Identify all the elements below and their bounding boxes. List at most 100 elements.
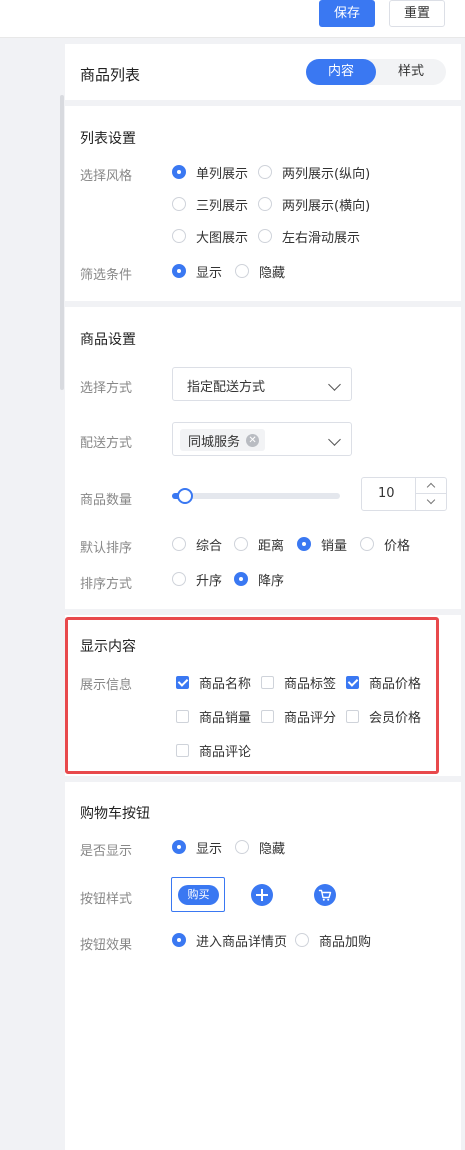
section-divider bbox=[65, 776, 461, 782]
delivery-tag: 同城服务 ✕ bbox=[180, 429, 266, 451]
radio-unchecked bbox=[172, 197, 186, 211]
style-option-label: 左右滑动展示 bbox=[282, 230, 361, 246]
display-option-member-price[interactable]: 会员价格 bbox=[346, 708, 422, 726]
filter-option-label: 显示 bbox=[196, 265, 223, 281]
list-settings-title: 列表设置 bbox=[80, 131, 136, 147]
delivery-tag-label: 同城服务 bbox=[188, 434, 241, 450]
radio-checked bbox=[297, 537, 311, 551]
style-option-label: 三列展示 bbox=[196, 198, 249, 214]
display-option-label: 商品评论 bbox=[199, 744, 252, 760]
cart-icon-graphic bbox=[318, 889, 332, 901]
checkbox-unchecked bbox=[261, 675, 274, 689]
display-option-label: 商品销量 bbox=[199, 710, 252, 726]
style-option-label: 单列展示 bbox=[196, 166, 249, 182]
chevron-down-icon bbox=[328, 433, 341, 446]
style-option-label: 两列展示(横向) bbox=[282, 198, 371, 214]
delivery-select[interactable]: 同城服务 ✕ bbox=[172, 422, 352, 456]
plus-icon[interactable] bbox=[251, 884, 273, 906]
method-select[interactable]: 指定配送方式 bbox=[172, 367, 352, 401]
checkbox-unchecked bbox=[176, 743, 189, 757]
style-option-buy[interactable]: 购买 bbox=[171, 877, 225, 912]
style-option-label: 大图展示 bbox=[196, 230, 249, 246]
display-option-tag[interactable]: 商品标签 bbox=[261, 674, 336, 692]
section-divider bbox=[65, 609, 461, 615]
count-label: 商品数量 bbox=[80, 493, 133, 508]
close-icon[interactable]: ✕ bbox=[246, 433, 260, 447]
filter-label: 筛选条件 bbox=[80, 268, 133, 283]
cart-show-option-label: 隐藏 bbox=[259, 841, 286, 857]
radio-unchecked bbox=[235, 840, 249, 854]
count-slider[interactable] bbox=[172, 493, 340, 499]
radio-unchecked bbox=[172, 572, 186, 586]
reset-button[interactable]: 重置 bbox=[389, 0, 445, 27]
chevron-up-icon[interactable] bbox=[416, 478, 446, 494]
filter-option-label: 隐藏 bbox=[259, 265, 286, 281]
display-option-rating[interactable]: 商品评分 bbox=[261, 708, 337, 726]
style-option-slide[interactable]: 左右滑动展示 bbox=[258, 228, 361, 246]
radio-checked bbox=[172, 840, 186, 854]
display-option-label: 商品价格 bbox=[369, 676, 422, 692]
style-option-two-horizontal[interactable]: 两列展示(横向) bbox=[258, 196, 371, 214]
radio-checked bbox=[172, 165, 186, 179]
cart-effect-label: 按钮效果 bbox=[80, 938, 133, 953]
cart-style-label: 按钮样式 bbox=[80, 892, 133, 907]
method-label: 选择方式 bbox=[80, 381, 133, 396]
tab-style[interactable]: 样式 bbox=[376, 59, 446, 85]
cart-show-option-show[interactable]: 显示 bbox=[172, 839, 223, 857]
sort-option-label: 综合 bbox=[196, 538, 223, 554]
sort-option-label: 距离 bbox=[258, 538, 285, 554]
radio-unchecked bbox=[295, 933, 309, 947]
chevron-down-icon bbox=[328, 378, 341, 391]
display-option-name[interactable]: 商品名称 bbox=[176, 674, 251, 692]
radio-unchecked bbox=[258, 197, 272, 211]
display-option-comments[interactable]: 商品评论 bbox=[176, 742, 252, 760]
order-option-desc[interactable]: 降序 bbox=[234, 571, 285, 589]
delivery-label: 配送方式 bbox=[80, 436, 133, 451]
filter-option-hide[interactable]: 隐藏 bbox=[235, 263, 286, 281]
checkbox-unchecked bbox=[261, 709, 274, 723]
display-option-sales[interactable]: 商品销量 bbox=[176, 708, 252, 726]
sort-option-sales[interactable]: 销量 bbox=[297, 536, 347, 554]
display-option-price[interactable]: 商品价格 bbox=[346, 674, 422, 692]
count-stepper[interactable]: 10 bbox=[361, 477, 447, 511]
filter-option-show[interactable]: 显示 bbox=[172, 263, 223, 281]
display-content-title: 显示内容 bbox=[80, 639, 136, 655]
order-option-label: 降序 bbox=[258, 573, 285, 589]
cart-icon[interactable] bbox=[314, 884, 336, 906]
order-label: 排序方式 bbox=[80, 577, 133, 592]
product-settings-title: 商品设置 bbox=[80, 332, 136, 348]
sort-option-price[interactable]: 价格 bbox=[360, 536, 410, 554]
sort-option-distance[interactable]: 距离 bbox=[234, 536, 285, 554]
style-option-three[interactable]: 三列展示 bbox=[172, 196, 249, 214]
cart-show-option-hide[interactable]: 隐藏 bbox=[235, 839, 286, 857]
cart-show-option-label: 显示 bbox=[196, 841, 223, 857]
radio-unchecked bbox=[235, 264, 249, 278]
count-slider-handle[interactable] bbox=[177, 488, 193, 504]
section-divider bbox=[65, 100, 461, 106]
cart-effect-option-add[interactable]: 商品加购 bbox=[295, 932, 372, 950]
cart-effect-option-label: 商品加购 bbox=[319, 934, 372, 950]
radio-unchecked bbox=[172, 537, 186, 551]
order-option-asc[interactable]: 升序 bbox=[172, 571, 223, 589]
tab-content[interactable]: 内容 bbox=[306, 59, 376, 85]
display-option-label: 商品评分 bbox=[284, 710, 337, 726]
sort-option-comprehensive[interactable]: 综合 bbox=[172, 536, 223, 554]
style-option-single[interactable]: 单列展示 bbox=[172, 164, 249, 182]
style-option-large-image[interactable]: 大图展示 bbox=[172, 228, 249, 246]
sort-label: 默认排序 bbox=[80, 541, 133, 556]
section-divider bbox=[65, 301, 461, 307]
checkbox-unchecked bbox=[176, 709, 189, 723]
cart-button-title: 购物车按钮 bbox=[80, 806, 150, 822]
order-option-label: 升序 bbox=[196, 573, 223, 589]
cart-show-label: 是否显示 bbox=[80, 844, 133, 859]
style-option-two-vertical[interactable]: 两列展示(纵向) bbox=[258, 164, 370, 182]
save-button[interactable]: 保存 bbox=[319, 0, 375, 27]
chevron-down-icon[interactable] bbox=[416, 494, 446, 510]
panel-title: 商品列表 bbox=[80, 66, 141, 84]
display-option-label: 会员价格 bbox=[369, 710, 422, 726]
cart-effect-option-label: 进入商品详情页 bbox=[196, 934, 288, 950]
top-toolbar: 保存 重置 bbox=[0, 0, 465, 38]
cart-effect-option-detail[interactable]: 进入商品详情页 bbox=[172, 932, 288, 950]
scrollbar[interactable] bbox=[60, 95, 64, 390]
buy-button-preview: 购买 bbox=[178, 885, 219, 905]
